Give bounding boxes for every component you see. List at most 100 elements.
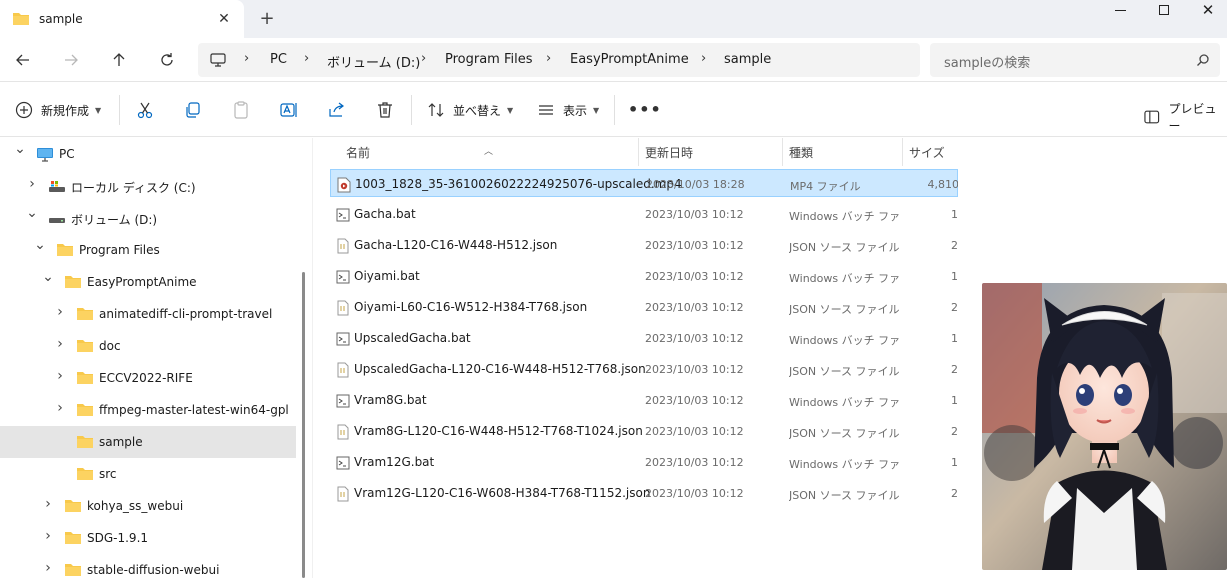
file-date: 2023/10/03 10:12 <box>645 301 744 314</box>
chevron-down-icon[interactable]: ⌄ <box>14 141 26 157</box>
search-box[interactable]: sampleの検索 <box>930 43 1220 77</box>
file-row[interactable]: Gacha.bat 2023/10/03 10:12 Windows バッチ ファ.… <box>330 200 958 228</box>
sidebar-item[interactable]: › stable-diffusion-webui <box>0 554 296 578</box>
column-header-name[interactable]: 名前 ︿ <box>330 138 638 166</box>
search-icon[interactable] <box>1196 53 1210 67</box>
back-button[interactable] <box>11 48 35 72</box>
sidebar-item[interactable]: › doc <box>0 330 296 362</box>
video-thumbnail-preview[interactable] <box>982 283 1227 570</box>
sidebar-item[interactable]: › animatediff-cli-prompt-travel <box>0 298 296 330</box>
file-row[interactable]: UpscaledGacha-L120-C16-W448-H512-T768.js… <box>330 355 958 383</box>
refresh-button[interactable] <box>155 48 179 72</box>
sidebar-item-label: ローカル ディスク (C:) <box>71 181 196 195</box>
column-header-type[interactable]: 種類 <box>783 138 902 166</box>
sidebar-item[interactable]: › SDG-1.9.1 <box>0 522 296 554</box>
file-row[interactable]: Vram8G-L120-C16-W448-H512-T768-T1024.jso… <box>330 417 958 445</box>
breadcrumb-volume-d[interactable]: ボリューム (D:) <box>327 52 420 71</box>
file-row[interactable]: UpscaledGacha.bat 2023/10/03 10:12 Windows… <box>330 324 958 352</box>
search-input[interactable]: sampleの検索 <box>944 52 1030 71</box>
column-header-date[interactable]: 更新日時 <box>639 138 782 166</box>
maximize-button[interactable] <box>1141 0 1187 22</box>
sidebar-item[interactable]: › kohya_ss_webui <box>0 490 296 522</box>
sort-button[interactable]: 並べ替え ▼ <box>427 100 513 120</box>
chevron-right-icon[interactable]: › <box>42 560 54 576</box>
list-view-icon <box>539 105 553 115</box>
sidebar-item-label: EasyPromptAnime <box>87 275 197 289</box>
breadcrumb-separator: › <box>701 51 707 66</box>
chevron-right-icon[interactable]: › <box>42 496 54 512</box>
json-file-icon <box>336 362 350 381</box>
sidebar-item[interactable]: sample <box>0 426 296 458</box>
pane-divider[interactable] <box>312 138 313 578</box>
divider <box>411 95 412 125</box>
file-size: 4,810 <box>927 178 959 191</box>
breadcrumb-pc[interactable]: PC <box>270 52 287 67</box>
sidebar-item[interactable]: ⌄ PC <box>0 138 296 170</box>
chevron-down-icon[interactable]: ⌄ <box>26 205 38 221</box>
view-button[interactable]: 表示 ▼ <box>537 100 599 120</box>
close-window-button[interactable]: ✕ <box>1185 0 1227 22</box>
nav-scrollbar[interactable] <box>302 272 305 578</box>
sidebar-item[interactable]: › ffmpeg-master-latest-win64-gpl <box>0 394 296 426</box>
chevron-right-icon[interactable]: › <box>54 400 66 416</box>
chevron-down-icon[interactable]: ⌄ <box>34 237 46 253</box>
sidebar-item-label: PC <box>59 147 75 161</box>
breadcrumb-easypromptanime[interactable]: EasyPromptAnime <box>570 52 689 67</box>
folder-icon <box>64 531 82 548</box>
file-name: Vram12G-L120-C16-W608-H384-T768-T1152.js… <box>354 486 651 500</box>
breadcrumb[interactable]: › PC › ボリューム (D:) › Program Files › Easy… <box>198 43 920 77</box>
sidebar-item[interactable]: › ECCV2022-RIFE <box>0 362 296 394</box>
minimize-button[interactable] <box>1097 0 1143 22</box>
rename-icon[interactable] <box>279 100 299 120</box>
sidebar-item[interactable]: ⌄ EasyPromptAnime <box>0 266 296 298</box>
up-button[interactable] <box>107 48 131 72</box>
sidebar-item[interactable]: src <box>0 458 296 490</box>
file-date: 2023/10/03 18:28 <box>646 178 745 191</box>
file-row[interactable]: Vram12G-L120-C16-W608-H384-T768-T1152.js… <box>330 479 958 507</box>
chevron-down-icon[interactable]: ⌄ <box>42 269 54 285</box>
sidebar-item[interactable]: › ローカル ディスク (C:) <box>0 170 296 202</box>
breadcrumb-sample[interactable]: sample <box>724 52 771 67</box>
file-row[interactable]: Oiyami.bat 2023/10/03 10:12 Windows バッチ ファ… <box>330 262 958 290</box>
folder-icon <box>76 371 94 388</box>
sidebar-item[interactable]: ⌄ Program Files <box>0 234 296 266</box>
more-options-button[interactable]: ••• <box>628 100 662 119</box>
chevron-right-icon[interactable]: › <box>42 528 54 544</box>
share-icon[interactable] <box>327 100 347 120</box>
forward-button[interactable] <box>59 48 83 72</box>
sidebar-item-label: src <box>99 467 117 481</box>
trash-icon[interactable] <box>375 100 395 120</box>
column-name-label: 名前 <box>346 146 371 160</box>
batch-file-icon <box>336 393 350 412</box>
file-row[interactable]: Vram8G.bat 2023/10/03 10:12 Windows バッチ ファ… <box>330 386 958 414</box>
chevron-right-icon[interactable]: › <box>26 176 38 192</box>
sidebar-item-label: kohya_ss_webui <box>87 499 184 513</box>
monitor-icon <box>210 53 226 67</box>
file-date: 2023/10/03 10:12 <box>645 239 744 252</box>
column-header-size[interactable]: サイズ <box>903 138 958 166</box>
sidebar-item[interactable]: ⌄ ボリューム (D:) <box>0 202 296 234</box>
chevron-right-icon[interactable]: › <box>54 304 66 320</box>
close-tab-icon[interactable]: ✕ <box>214 9 234 29</box>
chevron-right-icon[interactable]: › <box>54 336 66 352</box>
minimize-icon <box>1114 10 1126 11</box>
chevron-right-icon[interactable]: › <box>54 368 66 384</box>
folder-icon <box>76 339 94 356</box>
new-tab-button[interactable]: + <box>257 9 277 29</box>
copy-icon[interactable] <box>183 100 203 120</box>
json-file-icon <box>336 300 350 319</box>
file-row[interactable]: 1003_1828_35-3610026022224925076-upscale… <box>330 169 958 197</box>
file-date: 2023/10/03 10:12 <box>645 425 744 438</box>
file-row[interactable]: Oiyami-L60-C16-W512-H384-T768.json 2023/1… <box>330 293 958 321</box>
file-date: 2023/10/03 10:12 <box>645 363 744 376</box>
file-size: 2 <box>951 301 958 314</box>
tab-sample[interactable]: sample ✕ <box>0 0 244 38</box>
breadcrumb-program-files[interactable]: Program Files <box>445 52 533 67</box>
json-file-icon <box>336 486 350 505</box>
new-button[interactable]: 新規作成 ▼ <box>15 100 101 120</box>
scissors-icon[interactable] <box>135 100 155 120</box>
file-row[interactable]: Vram12G.bat 2023/10/03 10:12 Windows バッチ フ… <box>330 448 958 476</box>
paste-icon[interactable] <box>231 100 251 120</box>
file-row[interactable]: Gacha-L120-C16-W448-H512.json 2023/10/03 … <box>330 231 958 259</box>
preview-pane-button[interactable]: プレビュー <box>1143 100 1227 134</box>
